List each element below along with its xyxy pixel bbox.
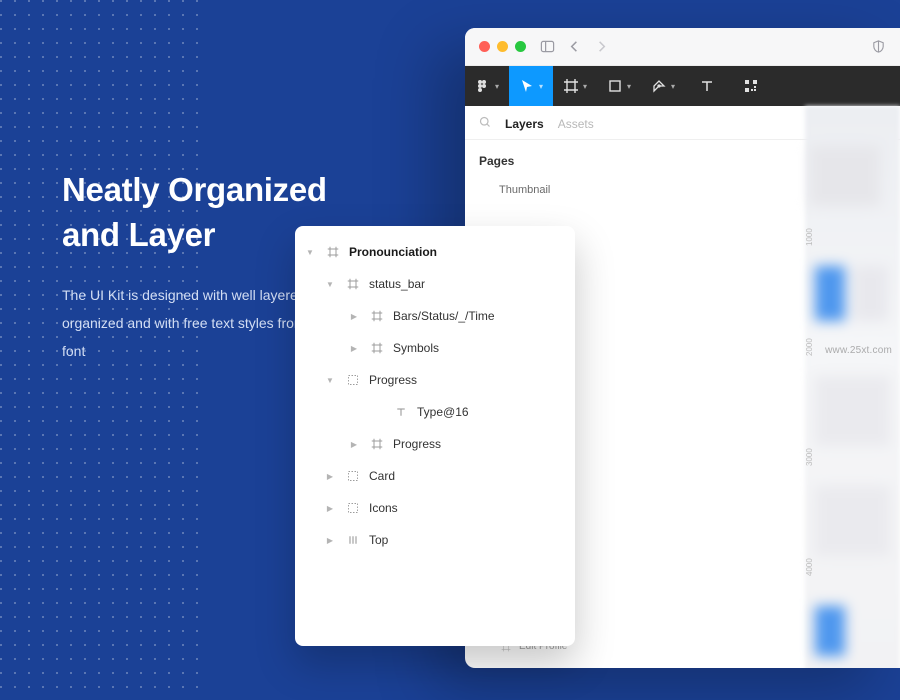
layer-label: Type@16: [417, 405, 565, 419]
disclosure-triangle-icon[interactable]: ▶: [323, 472, 337, 481]
canvas-ruler: 1000 2000 3000 4000: [795, 106, 815, 668]
shape-tool-button[interactable]: ▾: [597, 66, 641, 106]
layer-label: Pronounciation: [349, 245, 565, 259]
figma-toolbar: ▾ ▾ ▾ ▾ ▾: [465, 66, 900, 106]
disclosure-triangle-icon[interactable]: ▶: [323, 504, 337, 513]
frame-icon: [369, 438, 385, 450]
layer-label: Icons: [369, 501, 565, 515]
browser-titlebar: [465, 28, 900, 66]
layers-tree-popover: ▼ Pronounciation ▼ status_bar ▶ Bars/Status/_…: [295, 226, 575, 646]
layer-label: Bars/Status/_/Time: [393, 309, 565, 323]
watermark-text: www.25xt.com: [825, 345, 892, 356]
disclosure-triangle-icon[interactable]: ▼: [323, 376, 337, 385]
layer-row[interactable]: ▶ Progress: [295, 428, 575, 460]
resources-button[interactable]: [729, 66, 773, 106]
disclosure-triangle-icon[interactable]: ▶: [347, 312, 361, 321]
minimize-window-icon[interactable]: [497, 41, 508, 52]
layers-tab[interactable]: Layers: [505, 117, 544, 131]
layer-label: Progress: [369, 373, 565, 387]
layer-row[interactable]: ▼ status_bar: [295, 268, 575, 300]
search-icon[interactable]: [479, 116, 491, 131]
sidebar-toggle-icon[interactable]: [540, 39, 555, 54]
canvas-preview: [805, 106, 900, 668]
layer-label: Top: [369, 533, 565, 547]
window-controls[interactable]: [479, 41, 526, 52]
pen-tool-button[interactable]: ▾: [641, 66, 685, 106]
layer-label: Progress: [393, 437, 565, 451]
disclosure-triangle-icon[interactable]: ▶: [347, 344, 361, 353]
group-icon: [345, 470, 361, 482]
assets-tab[interactable]: Assets: [558, 117, 594, 131]
frame-icon: [369, 342, 385, 354]
frame-icon: [345, 278, 361, 290]
text-tool-button[interactable]: [685, 66, 729, 106]
layer-row[interactable]: ▶ Top: [295, 524, 575, 556]
layer-row[interactable]: ▼ Progress: [295, 364, 575, 396]
text-icon: [393, 406, 409, 418]
frame-icon: [325, 246, 341, 258]
group-icon: [345, 502, 361, 514]
nav-back-icon[interactable]: [567, 39, 582, 54]
pages-header-label: Pages: [479, 154, 514, 168]
figma-menu-button[interactable]: ▾: [465, 66, 509, 106]
maximize-window-icon[interactable]: [515, 41, 526, 52]
group-icon: [345, 374, 361, 386]
layer-row[interactable]: ▼ Pronounciation: [295, 236, 575, 268]
nav-forward-icon[interactable]: [594, 39, 609, 54]
layer-row[interactable]: ▶ Bars/Status/_/Time: [295, 300, 575, 332]
autolayout-icon: [345, 534, 361, 546]
disclosure-triangle-icon[interactable]: ▶: [323, 536, 337, 545]
disclosure-triangle-icon[interactable]: ▼: [303, 248, 317, 257]
disclosure-triangle-icon[interactable]: ▼: [323, 280, 337, 289]
layer-row[interactable]: ▶ Icons: [295, 492, 575, 524]
privacy-shield-icon[interactable]: [871, 39, 886, 54]
frame-icon: [369, 310, 385, 322]
layer-label: Card: [369, 469, 565, 483]
layer-row[interactable]: ▶ Card: [295, 460, 575, 492]
move-tool-button[interactable]: ▾: [509, 66, 553, 106]
layer-label: Symbols: [393, 341, 565, 355]
frame-tool-button[interactable]: ▾: [553, 66, 597, 106]
disclosure-triangle-icon[interactable]: ▶: [347, 440, 361, 449]
layer-row[interactable]: Type@16: [295, 396, 575, 428]
layer-row[interactable]: ▶ Symbols: [295, 332, 575, 364]
layer-label: status_bar: [369, 277, 565, 291]
close-window-icon[interactable]: [479, 41, 490, 52]
